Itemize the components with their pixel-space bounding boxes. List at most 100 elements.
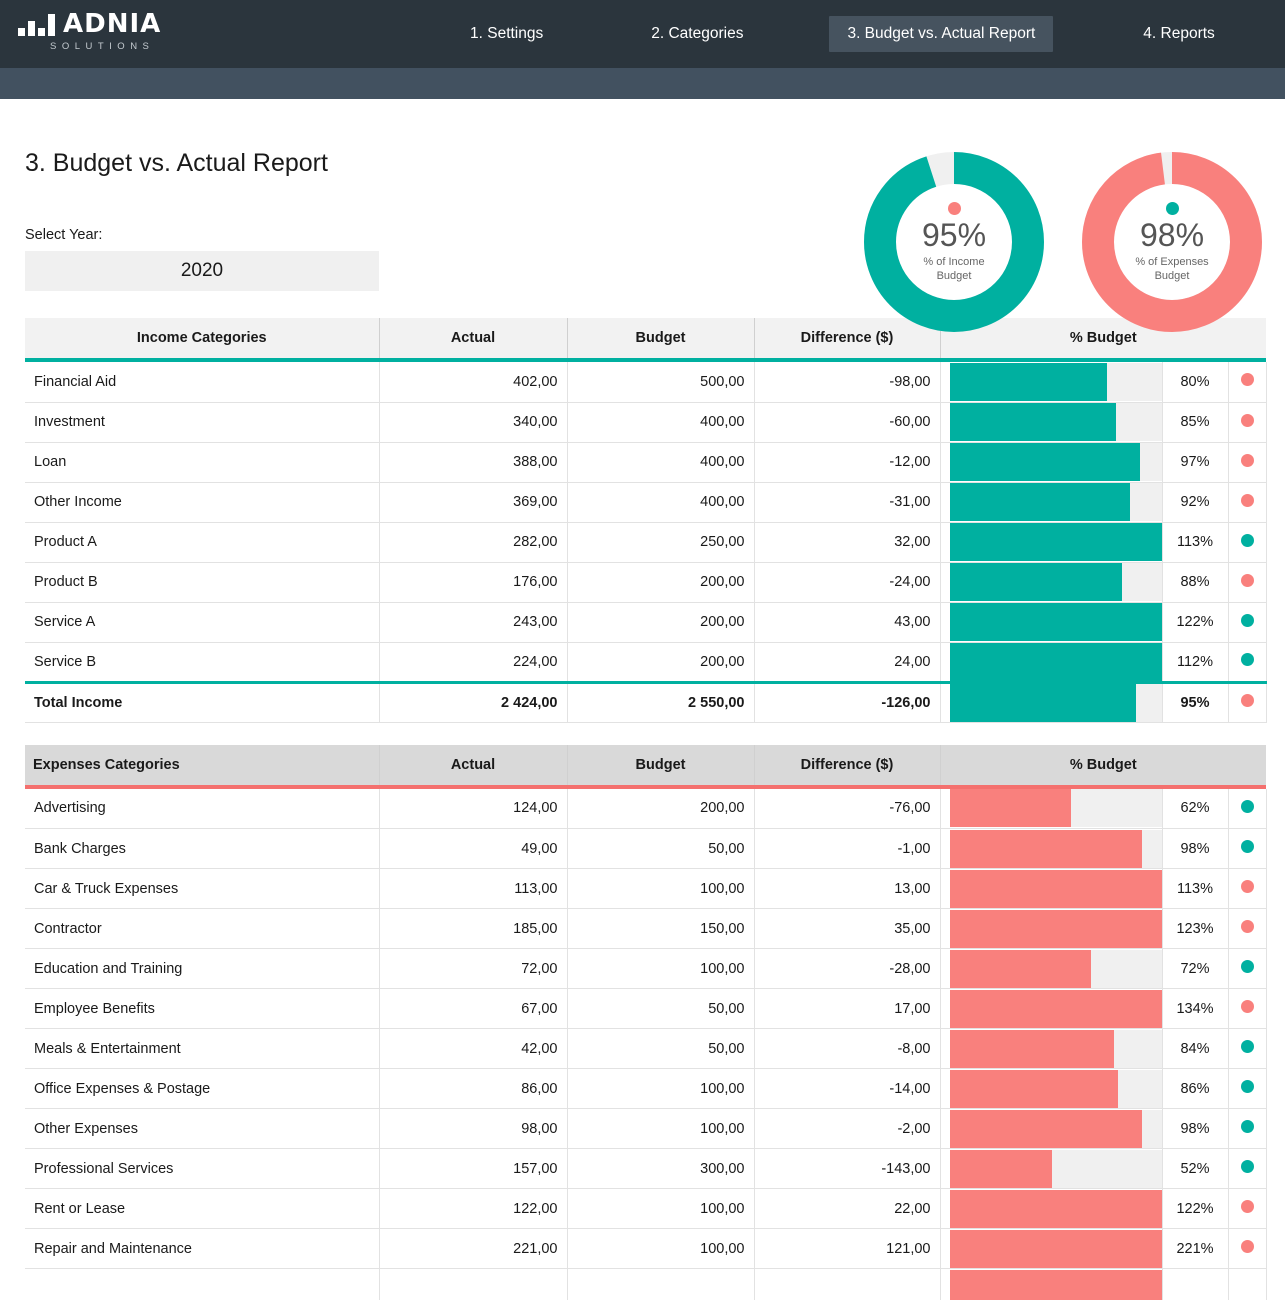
bar-fill [950, 1230, 1163, 1268]
cell-category: Car & Truck Expenses [25, 869, 379, 909]
cell-pct-bar [940, 949, 1162, 989]
status-dot-icon [1241, 534, 1254, 547]
cell-category: Employee Benefits [25, 989, 379, 1029]
bar-track [950, 603, 1163, 641]
bar-track [950, 870, 1163, 908]
bar-track [950, 1230, 1163, 1268]
table-row: Investment340,00400,00-60,0085% [25, 402, 1266, 442]
cell-pct-label: 122% [1162, 602, 1228, 642]
bar-track [950, 443, 1163, 481]
cell-status [1228, 989, 1266, 1029]
expenses-header-pct-budget: % Budget [940, 745, 1266, 785]
cell-actual: 243,00 [379, 602, 567, 642]
cell-difference: -28,00 [754, 949, 940, 989]
cell-category: Loan [25, 442, 379, 482]
cell-pct-label: 123% [1162, 909, 1228, 949]
cell-budget: 50,00 [567, 989, 754, 1029]
cell-difference: -143,00 [754, 1149, 940, 1189]
expenses-header-difference: Difference ($) [754, 745, 940, 785]
cell-pct-bar [940, 1189, 1162, 1229]
bar-track [950, 1190, 1163, 1228]
nav-tab-list: 1. Settings 2. Categories 3. Budget vs. … [430, 0, 1285, 68]
cell-category: Office Expenses & Postage [25, 1069, 379, 1109]
cell-actual: 49,00 [379, 829, 567, 869]
cell-category: Product A [25, 522, 379, 562]
cell-actual: 157,00 [379, 1149, 567, 1189]
bar-fill [950, 789, 1072, 827]
status-dot-icon [1241, 1200, 1254, 1213]
cell-pct-bar [940, 562, 1162, 602]
cell-difference: -24,00 [754, 562, 940, 602]
cell-budget: 50,00 [567, 829, 754, 869]
bar-fill [950, 523, 1163, 561]
bar-track [950, 789, 1163, 827]
cell-actual: 122,00 [379, 1189, 567, 1229]
status-dot-icon [1241, 840, 1254, 853]
bar-fill [950, 950, 1091, 988]
cell-budget: 250,00 [567, 522, 754, 562]
expenses-budget-gauge: 98% % of Expenses Budget [1081, 151, 1263, 333]
cell-actual: 369,00 [379, 482, 567, 522]
cell-pct-bar [940, 442, 1162, 482]
cell-difference: 43,00 [754, 602, 940, 642]
bar-fill [950, 990, 1163, 1028]
year-selector[interactable]: 2020 [25, 251, 379, 291]
cell-pct-label: 85% [1162, 402, 1228, 442]
cell-category: Bank Charges [25, 829, 379, 869]
cell-category: Professional Services [25, 1149, 379, 1189]
cell-category: Financial Aid [25, 362, 379, 402]
cell-pct-bar [940, 602, 1162, 642]
cell-partial [25, 1269, 379, 1300]
tab-budget-vs-actual-report[interactable]: 3. Budget vs. Actual Report [829, 16, 1053, 52]
income-header-category: Income Categories [25, 318, 379, 358]
bar-track [950, 1030, 1163, 1068]
brand-tagline: SOLUTIONS [50, 41, 198, 52]
expenses-header-budget: Budget [567, 745, 754, 785]
bar-track [950, 643, 1163, 681]
income-table: Income Categories Actual Budget Differen… [25, 318, 1267, 723]
income-gauge-caption: % of Income Budget [904, 255, 1004, 283]
bar-fill [950, 483, 1131, 521]
status-dot-icon [1241, 880, 1254, 893]
cell-pct-label: 88% [1162, 562, 1228, 602]
cell-status [1228, 1069, 1266, 1109]
cell-pct-bar [940, 869, 1162, 909]
cell-budget: 200,00 [567, 562, 754, 602]
tab-categories[interactable]: 2. Categories [633, 16, 761, 52]
cell-pct-bar [940, 1109, 1162, 1149]
bar-fill [950, 1070, 1119, 1108]
cell-actual: 282,00 [379, 522, 567, 562]
income-header-actual: Actual [379, 318, 567, 358]
status-dot-icon [1241, 1120, 1254, 1133]
table-row: Other Income369,00400,00-31,0092% [25, 482, 1266, 522]
cell-pct-bar [940, 1029, 1162, 1069]
table-row: Office Expenses & Postage86,00100,00-14,… [25, 1069, 1266, 1109]
expenses-gauge-caption-line2: Budget [1122, 269, 1222, 283]
bar-fill [950, 363, 1107, 401]
cell-partial [940, 1269, 1162, 1300]
table-row: Service B224,00200,0024,00112% [25, 642, 1266, 682]
expenses-header-category: Expenses Categories [25, 745, 379, 785]
bar-fill [950, 1110, 1142, 1148]
cell-pct-label: 98% [1162, 829, 1228, 869]
income-table-body: Financial Aid402,00500,00-98,0080%Invest… [25, 362, 1266, 722]
tab-reports[interactable]: 4. Reports [1125, 16, 1233, 52]
bar-track [950, 1070, 1163, 1108]
cell-status [1228, 602, 1266, 642]
table-row: Other Expenses98,00100,00-2,0098% [25, 1109, 1266, 1149]
tab-settings[interactable]: 1. Settings [452, 16, 561, 52]
cell-pct-bar [940, 1229, 1162, 1269]
table-row: Bank Charges49,0050,00-1,0098% [25, 829, 1266, 869]
cell-partial [379, 1269, 567, 1300]
status-dot-icon [1241, 653, 1254, 666]
cell-budget: 100,00 [567, 1069, 754, 1109]
cell-actual: 113,00 [379, 869, 567, 909]
cell-pct-bar [940, 642, 1162, 682]
cell-status [1228, 1029, 1266, 1069]
bar-fill [950, 603, 1163, 641]
table-row: Employee Benefits67,0050,0017,00134% [25, 989, 1266, 1029]
status-dot-icon [1241, 1240, 1254, 1253]
income-gauge-caption-line2: Budget [904, 269, 1004, 283]
bar-fill [950, 643, 1163, 681]
cell-pct-label: 62% [1162, 789, 1228, 829]
